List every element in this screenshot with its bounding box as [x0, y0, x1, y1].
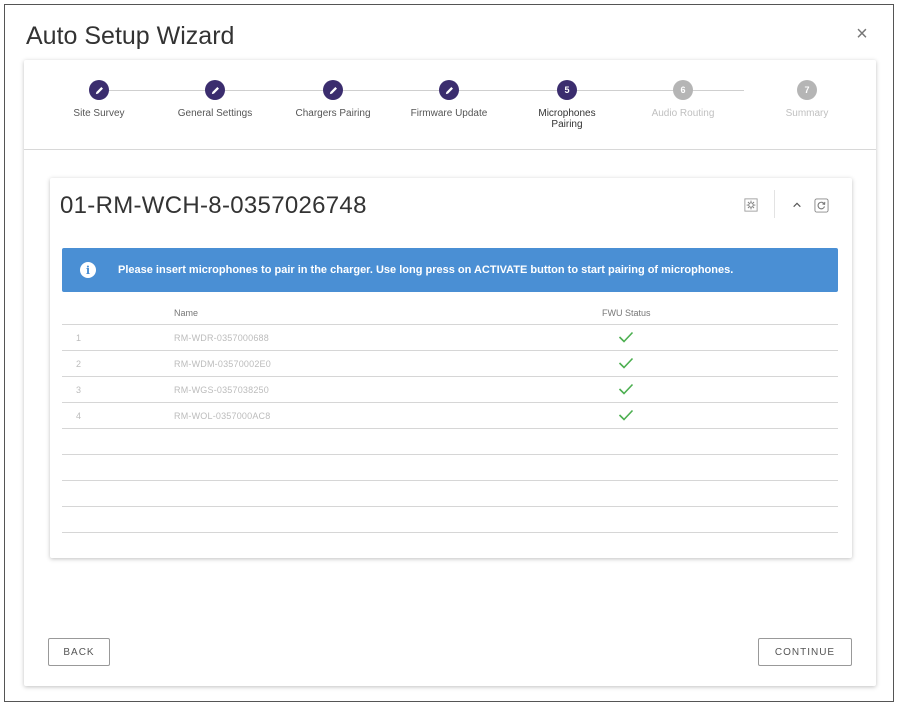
step-number-badge: 5 — [557, 80, 577, 100]
table-row-empty — [62, 454, 838, 480]
refresh-icon[interactable] — [812, 196, 830, 214]
row-index: 1 — [76, 333, 82, 343]
wizard-panel: Site Survey General Settings Chargers Pa… — [24, 60, 876, 686]
pencil-icon — [323, 80, 343, 100]
check-icon — [618, 330, 634, 344]
check-icon — [618, 382, 634, 396]
step-label: Microphones Pairing — [538, 108, 596, 130]
step-chargers-pairing[interactable]: Chargers Pairing — [278, 80, 388, 119]
brightness-icon[interactable] — [742, 196, 760, 214]
column-header-name: Name — [174, 308, 199, 318]
step-microphones-pairing[interactable]: 5 Microphones Pairing — [512, 80, 622, 130]
back-button[interactable]: BACK — [48, 638, 110, 666]
row-index: 2 — [76, 359, 82, 369]
device-card: 01-RM-WCH-8-0357026748 i Please insert m… — [50, 178, 852, 558]
step-label: Audio Routing — [651, 108, 715, 119]
info-banner: i Please insert microphones to pair in t… — [62, 248, 838, 292]
pencil-icon — [439, 80, 459, 100]
step-site-survey[interactable]: Site Survey — [44, 80, 154, 119]
stepper: Site Survey General Settings Chargers Pa… — [24, 60, 876, 150]
table-row[interactable]: 2 RM-WDM-03570002E0 — [62, 350, 838, 376]
microphone-name: RM-WGS-0357038250 — [174, 385, 269, 395]
table-row-empty — [62, 428, 838, 454]
table-row[interactable]: 3 RM-WGS-0357038250 — [62, 376, 838, 402]
row-index: 3 — [76, 385, 82, 395]
column-header-fwu-status: FWU Status — [602, 308, 651, 318]
chevron-up-icon[interactable] — [788, 196, 806, 214]
step-audio-routing: 6 Audio Routing — [628, 80, 738, 119]
microphone-name: RM-WDM-03570002E0 — [174, 359, 271, 369]
continue-button[interactable]: CONTINUE — [758, 638, 852, 666]
step-label: Firmware Update — [410, 108, 488, 119]
step-summary: 7 Summary — [752, 80, 862, 119]
table-row[interactable]: 1 RM-WDR-0357000688 — [62, 324, 838, 350]
info-icon: i — [80, 262, 96, 278]
check-icon — [618, 356, 634, 370]
step-general-settings[interactable]: General Settings — [160, 80, 270, 119]
dialog-title: Auto Setup Wizard — [26, 22, 235, 50]
divider — [774, 190, 775, 218]
info-text: Please insert microphones to pair in the… — [118, 264, 734, 276]
step-label: Chargers Pairing — [295, 108, 371, 119]
step-label: Site Survey — [73, 108, 125, 119]
microphone-name: RM-WDR-0357000688 — [174, 333, 269, 343]
pencil-icon — [89, 80, 109, 100]
table-row-empty — [62, 506, 838, 532]
step-number-badge: 7 — [797, 80, 817, 100]
table-row[interactable]: 4 RM-WOL-0357000AC8 — [62, 402, 838, 428]
step-number-badge: 6 — [673, 80, 693, 100]
table-row-empty — [62, 532, 838, 533]
close-button[interactable]: × — [852, 22, 872, 46]
step-firmware-update[interactable]: Firmware Update — [394, 80, 504, 119]
pencil-icon — [205, 80, 225, 100]
device-title: 01-RM-WCH-8-0357026748 — [60, 192, 367, 219]
step-label: General Settings — [177, 108, 253, 119]
table-row-empty — [62, 480, 838, 506]
check-icon — [618, 408, 634, 422]
microphone-name: RM-WOL-0357000AC8 — [174, 411, 271, 421]
step-label: Summary — [785, 108, 829, 119]
row-index: 4 — [76, 411, 82, 421]
